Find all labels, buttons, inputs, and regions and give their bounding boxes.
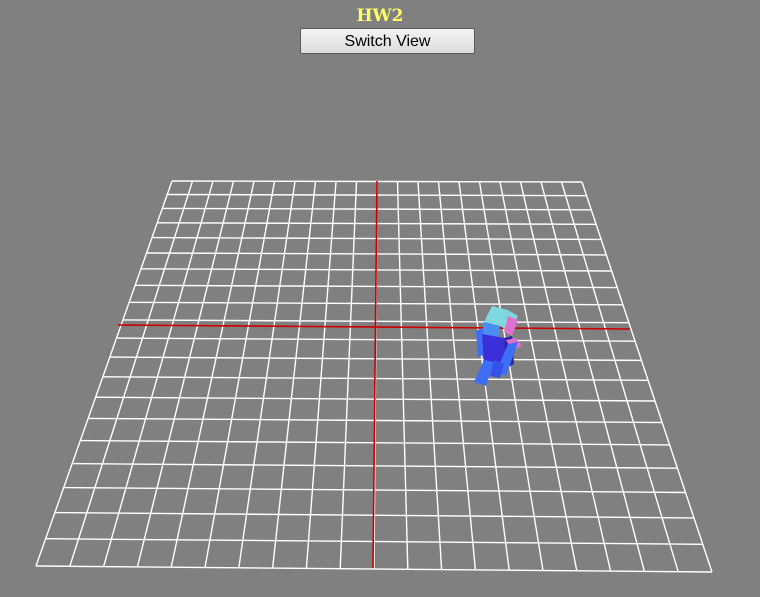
grid-line-vertical	[69, 180, 194, 567]
grid-line-vertical	[581, 181, 713, 573]
grid-line-vertical	[271, 181, 317, 569]
grid-line-vertical	[102, 180, 214, 567]
grid-line-vertical	[396, 181, 409, 570]
robot-figure	[474, 306, 522, 386]
grid-line-vertical	[305, 181, 337, 569]
grid-line-vertical	[437, 181, 477, 570]
grid-line-vertical	[170, 181, 255, 568]
grid-line-vertical	[204, 181, 276, 568]
canvas-page: HW2 Switch View	[0, 0, 760, 597]
grid-line-vertical	[339, 181, 358, 569]
grid-line-vertical	[540, 181, 646, 572]
3d-viewport[interactable]	[0, 0, 760, 597]
grid-line-vertical	[417, 181, 443, 570]
grid-line-vertical	[560, 181, 679, 572]
grid-line-vertical	[238, 181, 296, 568]
